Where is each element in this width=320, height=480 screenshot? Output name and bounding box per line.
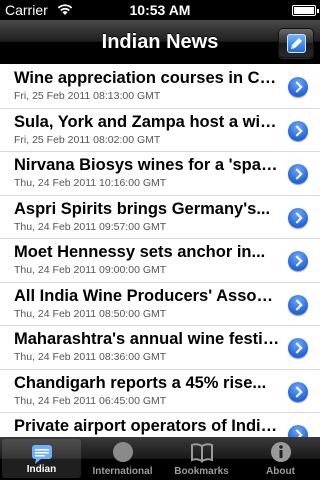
news-date: Thu, 24 Feb 2011 08:50:00 GMT xyxy=(14,307,167,320)
news-date: Thu, 24 Feb 2011 09:00:00 GMT xyxy=(14,264,167,276)
info-icon xyxy=(269,441,293,463)
news-row[interactable]: Chandigarh reports a 45% rise... Thu, 24 … xyxy=(0,369,320,413)
disclosure-button-icon[interactable] xyxy=(288,164,308,184)
news-title: Maharashtra's annual wine festiv... xyxy=(14,330,280,348)
tab-indian[interactable]: Indian xyxy=(2,439,81,478)
tab-label: About xyxy=(266,466,295,477)
news-title: Wine appreciation courses in Ch... xyxy=(14,69,280,87)
news-date: Fri, 25 Feb 2011 08:13:00 GMT xyxy=(14,90,161,102)
tab-bar: Indian International Bookmarks About xyxy=(0,437,320,480)
news-title: Sula, York and Zampa host a win... xyxy=(14,112,280,131)
news-date: Fri, 25 Feb 2011 08:02:00 GMT xyxy=(14,133,161,146)
news-list: Wine appreciation courses in Ch... Fri, 2… xyxy=(0,65,320,437)
tab-label: International xyxy=(92,466,153,477)
disclosure-button-icon[interactable] xyxy=(288,207,308,228)
news-date: Thu, 24 Feb 2011 06:45:00 GMT xyxy=(14,394,167,407)
news-row[interactable]: Private airport operators of India... xyxy=(0,413,320,437)
news-title: Nirvana Biosys wines for a 'spar... xyxy=(14,156,280,174)
page-title: Indian News xyxy=(101,31,219,53)
disclosure-button-icon[interactable] xyxy=(288,77,308,97)
book-icon xyxy=(190,441,214,463)
news-title: Aspri Spirits brings Germany's... xyxy=(14,199,271,218)
globe-icon xyxy=(111,441,135,463)
disclosure-button-icon[interactable] xyxy=(288,120,308,141)
news-date: Thu, 24 Feb 2011 10:16:00 GMT xyxy=(14,177,167,189)
edit-icon xyxy=(287,34,306,53)
news-title: All India Wine Producers' Associ... xyxy=(14,286,280,305)
news-row[interactable]: Moet Hennessy sets anchor in... Thu, 24 F… xyxy=(0,239,320,283)
speech-bubble-icon xyxy=(30,443,54,465)
news-row[interactable]: Sula, York and Zampa host a win... Fri, 2… xyxy=(0,108,320,152)
tab-international[interactable]: International xyxy=(83,437,162,480)
navigation-bar: Indian News xyxy=(0,20,320,64)
disclosure-button-icon[interactable] xyxy=(288,425,308,437)
status-time: 10:53 AM xyxy=(129,2,191,18)
disclosure-button-icon[interactable] xyxy=(288,338,308,358)
news-title: Private airport operators of India... xyxy=(14,417,280,435)
status-bar: Carrier 10:53 AM xyxy=(0,0,320,20)
battery-icon xyxy=(292,5,319,16)
news-row[interactable]: Wine appreciation courses in Ch... Fri, 2… xyxy=(0,65,320,109)
news-date: Thu, 24 Feb 2011 09:57:00 GMT xyxy=(14,220,167,233)
news-row[interactable]: Aspri Spirits brings Germany's... Thu, 24… xyxy=(0,195,320,239)
tab-label: Bookmarks xyxy=(174,466,229,477)
news-title: Chandigarh reports a 45% rise... xyxy=(14,373,267,392)
tab-label: Indian xyxy=(26,464,57,475)
tab-about[interactable]: About xyxy=(241,437,320,480)
disclosure-button-icon[interactable] xyxy=(288,294,308,315)
news-row[interactable]: Nirvana Biosys wines for a 'spar... Thu, … xyxy=(0,152,320,196)
disclosure-button-icon[interactable] xyxy=(288,251,308,271)
news-title: Moet Hennessy sets anchor in... xyxy=(14,243,266,261)
disclosure-button-icon[interactable] xyxy=(288,381,308,402)
compose-button[interactable] xyxy=(278,28,314,58)
news-row[interactable]: Maharashtra's annual wine festiv... Thu, … xyxy=(0,326,320,370)
news-row[interactable]: All India Wine Producers' Associ... Thu, … xyxy=(0,282,320,326)
tab-bookmarks[interactable]: Bookmarks xyxy=(162,437,241,480)
news-date: Thu, 24 Feb 2011 08:36:00 GMT xyxy=(14,351,167,363)
